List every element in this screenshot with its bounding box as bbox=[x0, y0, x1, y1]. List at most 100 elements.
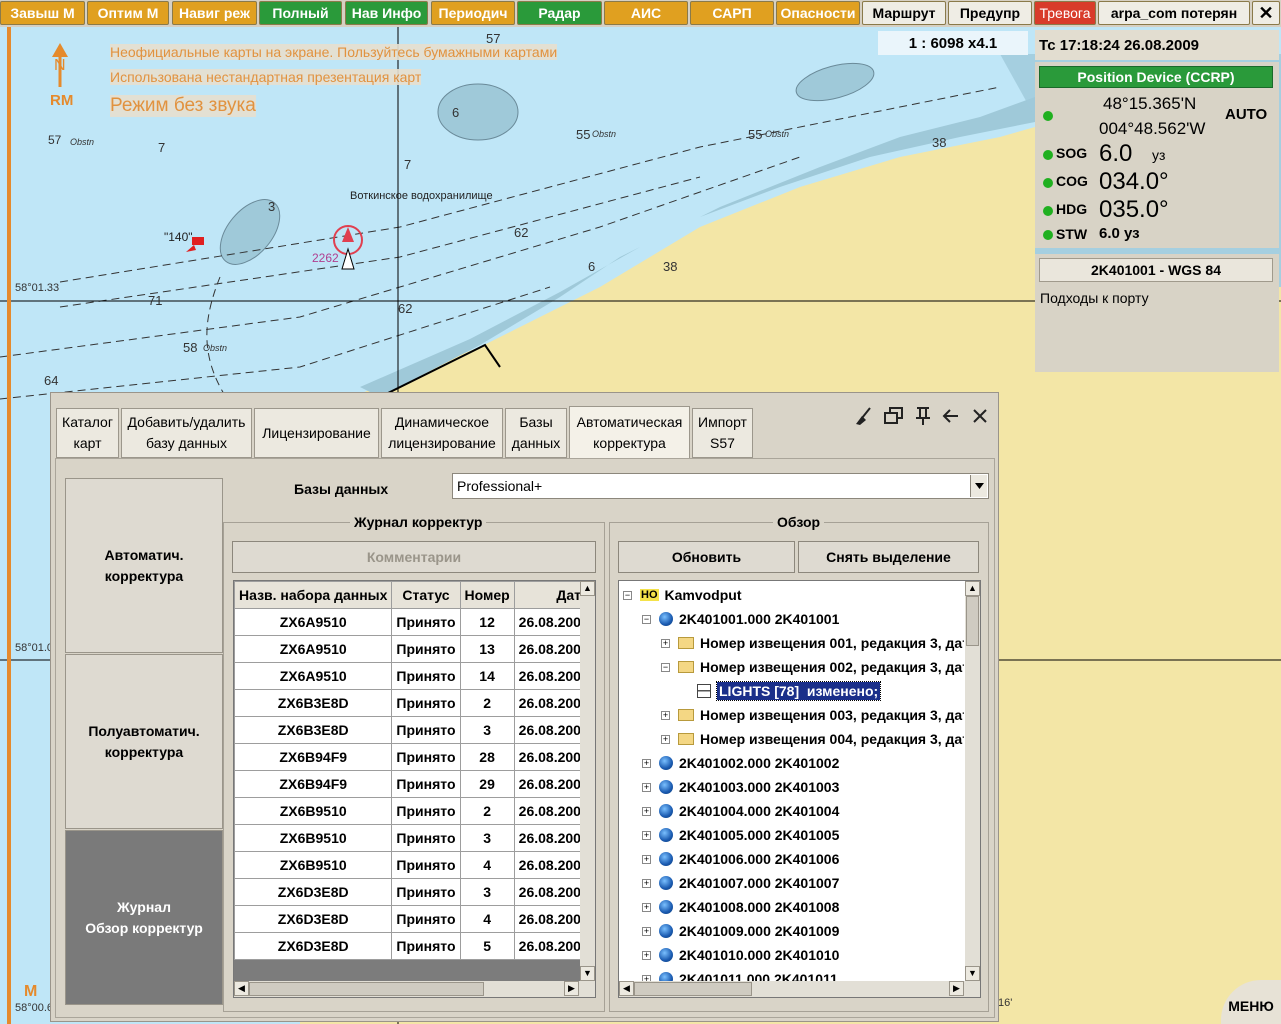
close-dialog-icon[interactable] bbox=[971, 407, 989, 425]
scroll-thumb[interactable] bbox=[249, 982, 484, 996]
button-periodic[interactable]: Периодич bbox=[431, 1, 515, 25]
button-full[interactable]: Полный bbox=[259, 1, 342, 25]
expand-icon[interactable]: + bbox=[642, 782, 651, 792]
table-row[interactable]: ZX6B9510Принято326.08.2009 bbox=[234, 824, 580, 852]
tree-item[interactable]: +2K401010.000 2K401010 bbox=[619, 943, 839, 967]
tree-item[interactable]: +2K401007.000 2K401007 bbox=[619, 871, 839, 895]
close-icon[interactable]: ✕ bbox=[1252, 1, 1280, 25]
button-nav-info[interactable]: Нав Инфо bbox=[345, 1, 428, 25]
button-navig-mode[interactable]: Навиг реж bbox=[172, 1, 257, 25]
expand-icon[interactable]: + bbox=[642, 950, 651, 960]
refresh-button[interactable]: Обновить bbox=[618, 541, 795, 573]
button-optim-m[interactable]: Оптим М bbox=[87, 1, 169, 25]
expand-icon[interactable]: + bbox=[642, 830, 651, 840]
button-zavysh-m[interactable]: Завыш М bbox=[0, 1, 85, 25]
tree-item[interactable]: +2K401011.000 2K401011 bbox=[619, 967, 838, 981]
expand-icon[interactable]: + bbox=[661, 734, 670, 744]
chart-title[interactable]: 2K401001 - WGS 84 bbox=[1039, 258, 1273, 282]
brush-icon[interactable] bbox=[854, 405, 874, 427]
table-row[interactable]: ZX6A9510Принято1426.08.2009 bbox=[234, 662, 580, 690]
button-sarp[interactable]: САРП bbox=[690, 1, 774, 25]
tree-item[interactable]: + Номер извещения 001, редакция 3, дата bbox=[619, 631, 964, 655]
journal-vscrollbar[interactable]: ▲ ▼ bbox=[580, 581, 595, 981]
expand-icon[interactable]: + bbox=[642, 758, 651, 768]
tree-item[interactable]: LIGHTS [78] изменено; bbox=[619, 679, 882, 703]
tab-databases[interactable]: Базы данных bbox=[505, 408, 567, 458]
expand-icon[interactable]: + bbox=[661, 638, 670, 648]
collapse-icon[interactable]: − bbox=[642, 614, 651, 624]
expand-icon[interactable]: + bbox=[642, 878, 651, 888]
expand-icon[interactable]: + bbox=[642, 806, 651, 816]
table-row[interactable]: ZX6A9510Принято1326.08.2009 bbox=[234, 635, 580, 663]
button-radar[interactable]: Радар bbox=[517, 1, 602, 25]
button-dangers[interactable]: Опасности bbox=[776, 1, 860, 25]
tree-item[interactable]: +2K401004.000 2K401004 bbox=[619, 799, 839, 823]
position-device-title[interactable]: Position Device (CCRP) bbox=[1039, 66, 1273, 88]
scroll-down-icon[interactable]: ▼ bbox=[580, 966, 595, 981]
tree-item[interactable]: + Номер извещения 004, редакция 3, дата bbox=[619, 727, 964, 751]
button-warnings[interactable]: Предупр bbox=[948, 1, 1032, 25]
scroll-right-icon[interactable]: ▶ bbox=[564, 981, 579, 996]
button-route[interactable]: Маршрут bbox=[862, 1, 946, 25]
tab-dynamic-licensing[interactable]: Динамическое лицензирование bbox=[381, 408, 503, 458]
scroll-down-icon[interactable]: ▼ bbox=[965, 966, 980, 981]
overview-tree[interactable]: − HO Kamvodput −2K401001.000 2K401001 + Номер… bbox=[618, 580, 981, 998]
tree-vscrollbar[interactable]: ▲ ▼ bbox=[965, 581, 980, 981]
button-alarm[interactable]: Тревога bbox=[1034, 1, 1096, 25]
column-header[interactable]: Статус bbox=[391, 581, 461, 609]
scroll-left-icon[interactable]: ◀ bbox=[619, 981, 634, 996]
restore-window-icon[interactable] bbox=[884, 407, 904, 425]
chevron-down-icon[interactable] bbox=[970, 475, 987, 497]
scroll-up-icon[interactable]: ▲ bbox=[580, 581, 595, 596]
tree-item[interactable]: − HO Kamvodput bbox=[619, 583, 742, 607]
comments-button[interactable]: Комментарии bbox=[232, 541, 596, 573]
expand-icon[interactable]: + bbox=[642, 902, 651, 912]
back-arrow-icon[interactable] bbox=[942, 407, 960, 425]
tree-item[interactable]: +2K401008.000 2K401008 bbox=[619, 895, 839, 919]
table-row[interactable]: ZX6D3E8DПринято326.08.2009 bbox=[234, 878, 580, 906]
table-row[interactable]: ZX6B94F9Принято2926.08.2009 bbox=[234, 770, 580, 798]
tab-licensing[interactable]: Лицензирование bbox=[254, 408, 379, 458]
column-header[interactable]: Дата bbox=[513, 581, 580, 609]
tab-chart-catalog[interactable]: Каталог карт bbox=[56, 408, 119, 458]
table-row[interactable]: ZX6B94F9Принято2826.08.2009 bbox=[234, 743, 580, 771]
tree-item[interactable]: +2K401006.000 2K401006 bbox=[619, 847, 839, 871]
button-ais[interactable]: АИС bbox=[604, 1, 688, 25]
scale-indicator[interactable]: 1 : 6098 х4.1 bbox=[878, 31, 1028, 55]
tree-item[interactable]: + Номер извещения 003, редакция 3, дата bbox=[619, 703, 964, 727]
tree-item[interactable]: − 2K401001.000 2K401001 bbox=[619, 607, 839, 631]
side-journal-review[interactable]: Журнал Обзор корректур bbox=[65, 830, 223, 1005]
expand-icon[interactable]: + bbox=[642, 926, 651, 936]
tree-item[interactable]: − Номер извещения 002, редакция 3, дата bbox=[619, 655, 964, 679]
table-row[interactable]: ZX6B9510Принято426.08.2009 bbox=[234, 851, 580, 879]
table-row[interactable]: ZX6B3E8DПринято226.08.2009 bbox=[234, 689, 580, 717]
pin-icon[interactable] bbox=[914, 406, 932, 426]
column-header[interactable]: Номер bbox=[459, 581, 515, 609]
scroll-up-icon[interactable]: ▲ bbox=[965, 581, 980, 596]
tree-item[interactable]: +2K401003.000 2K401003 bbox=[619, 775, 839, 799]
expand-icon[interactable]: + bbox=[642, 854, 651, 864]
collapse-icon[interactable]: − bbox=[623, 590, 632, 600]
tree-item[interactable]: +2K401002.000 2K401002 bbox=[619, 751, 839, 775]
scroll-left-icon[interactable]: ◀ bbox=[234, 981, 249, 996]
expand-icon[interactable]: + bbox=[661, 710, 670, 720]
scroll-right-icon[interactable]: ▶ bbox=[949, 981, 964, 996]
table-row[interactable]: ZX6D3E8DПринято526.08.2009 bbox=[234, 932, 580, 960]
scroll-thumb[interactable] bbox=[966, 596, 979, 646]
scroll-thumb[interactable] bbox=[634, 982, 752, 996]
table-row[interactable]: ZX6A9510Принято1226.08.2009 bbox=[234, 608, 580, 636]
column-header[interactable]: Назв. набора данных bbox=[234, 581, 393, 609]
databases-select[interactable]: Professional+ bbox=[452, 473, 989, 499]
tab-import-s57[interactable]: Импорт S57 bbox=[692, 408, 753, 458]
table-row[interactable]: ZX6D3E8DПринято426.08.2009 bbox=[234, 905, 580, 933]
tree-item[interactable]: +2K401009.000 2K401009 bbox=[619, 919, 839, 943]
deselect-button[interactable]: Снять выделение bbox=[798, 541, 979, 573]
journal-hscrollbar[interactable]: ◀ ▶ bbox=[234, 981, 595, 997]
table-row[interactable]: ZX6B9510Принято226.08.2009 bbox=[234, 797, 580, 825]
status-arpa-lost[interactable]: arpa_com потерян bbox=[1098, 1, 1250, 25]
tab-add-remove-db[interactable]: Добавить/удалить базу данных bbox=[121, 408, 252, 458]
collapse-icon[interactable]: − bbox=[661, 662, 670, 672]
table-row[interactable]: ZX6B3E8DПринято326.08.2009 bbox=[234, 716, 580, 744]
tree-hscrollbar[interactable]: ◀ ▶ bbox=[619, 981, 980, 997]
side-auto-correction[interactable]: Автоматич. корректура bbox=[65, 478, 223, 653]
